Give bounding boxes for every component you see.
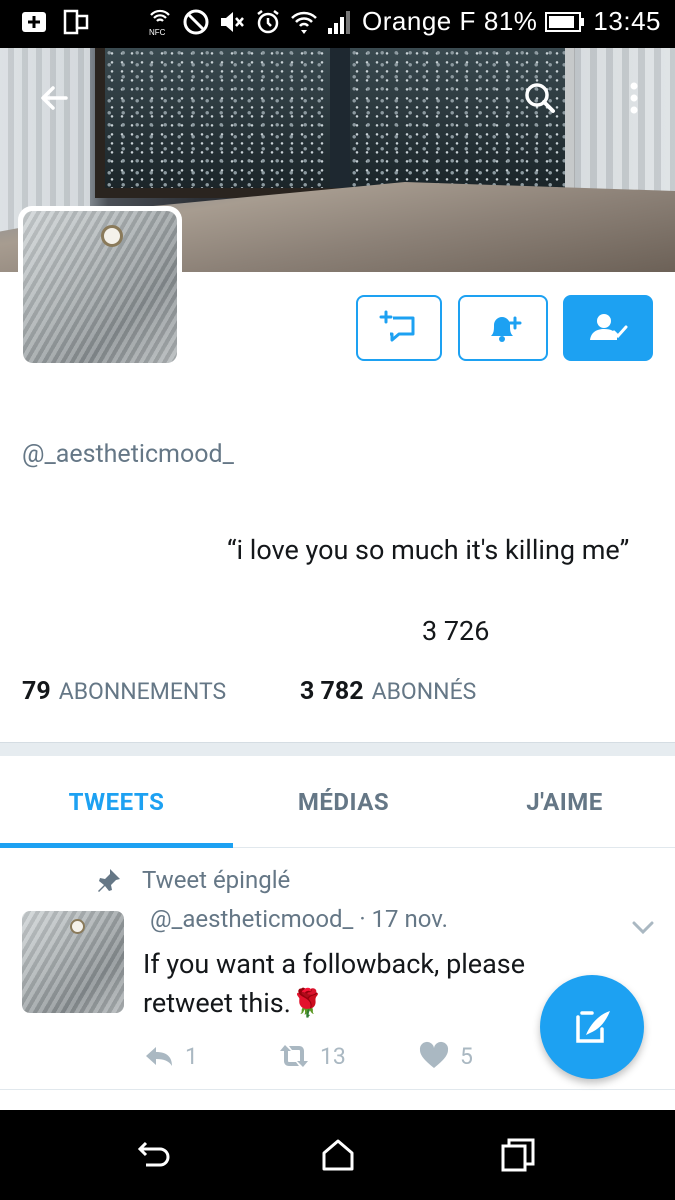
direct-message-button[interactable] <box>356 295 442 361</box>
blocked-icon <box>183 9 209 34</box>
reply-icon <box>146 1047 172 1066</box>
mute-icon <box>221 11 244 32</box>
profile-avatar[interactable] <box>18 206 182 368</box>
system-back-button[interactable] <box>136 1135 180 1175</box>
nfc-icon: NFC <box>149 9 170 36</box>
tweet-meta: @_aestheticmood_ · 17 nov. <box>150 905 448 933</box>
following-button[interactable] <box>563 295 653 361</box>
profile-bio-number: 3 726 <box>422 615 490 647</box>
retweet-count: 13 <box>320 1042 346 1070</box>
tab-media[interactable]: MÉDIAS <box>233 756 454 847</box>
message-plus-icon <box>379 310 415 342</box>
section-divider <box>0 742 675 756</box>
battery-icon <box>545 11 585 32</box>
more-vertical-icon <box>630 82 638 114</box>
reply-button[interactable]: 1 <box>143 1040 278 1072</box>
clock: 13:45 <box>593 6 661 36</box>
home-icon <box>322 1139 354 1171</box>
system-navigation-bar <box>0 1110 675 1200</box>
profile-tabs: TWEETS MÉDIAS J'AIME <box>0 756 675 848</box>
undo-arrow-icon <box>137 1141 170 1167</box>
tweet-avatar[interactable] <box>22 911 124 1013</box>
status-bar: NFC Orange F 81% 13:45 <box>0 0 675 48</box>
compose-tweet-button[interactable] <box>540 975 644 1079</box>
more-options-button[interactable] <box>612 76 656 120</box>
retweet-icon <box>280 1045 308 1067</box>
pinned-label: Tweet épinglé <box>142 866 291 894</box>
pinned-indicator: Tweet épinglé <box>96 866 290 894</box>
heart-icon <box>419 1041 449 1068</box>
user-check-icon <box>590 314 628 340</box>
battery-percentage: 81% <box>483 6 538 36</box>
tab-tweets[interactable]: TWEETS <box>0 756 233 848</box>
recents-icon <box>501 1138 535 1172</box>
following-label: ABONNEMENTS <box>58 678 227 705</box>
signal-icon <box>328 10 351 34</box>
followers-label: ABONNÉS <box>371 678 477 705</box>
reply-count: 1 <box>185 1042 198 1070</box>
phone-outline-icon <box>63 9 89 35</box>
tweet-divider <box>0 1089 675 1090</box>
tab-likes[interactable]: J'AIME <box>454 756 675 847</box>
svg-text:NFC: NFC <box>149 28 166 36</box>
like-button[interactable]: 5 <box>418 1040 473 1072</box>
system-recents-button[interactable] <box>498 1135 542 1175</box>
carrier-label: Orange F <box>362 6 476 36</box>
profile-bio: “i love you so much it's killing me” <box>227 534 630 566</box>
notifications-button[interactable] <box>458 295 548 361</box>
like-count: 5 <box>460 1042 473 1070</box>
back-button[interactable] <box>32 76 76 120</box>
retweet-button[interactable]: 13 <box>278 1040 418 1072</box>
following-count: 79 <box>22 677 51 706</box>
chevron-down-icon[interactable] <box>628 912 658 942</box>
arrow-left-icon <box>41 86 68 110</box>
search-icon <box>525 83 555 113</box>
profile-handle: @_aestheticmood_ <box>22 440 234 469</box>
following-stat[interactable]: 79 ABONNEMENTS <box>22 677 300 706</box>
alarm-icon <box>257 9 279 33</box>
compose-icon <box>576 1011 610 1043</box>
followers-count: 3 782 <box>300 677 364 706</box>
bell-plus-icon <box>491 316 522 342</box>
wifi-icon <box>291 11 317 34</box>
tweet-actions: 1 13 5 <box>143 1040 473 1072</box>
search-button[interactable] <box>518 76 562 120</box>
followers-stat[interactable]: 3 782 ABONNÉS <box>300 677 476 706</box>
add-icon <box>22 12 46 32</box>
pin-icon <box>98 869 120 892</box>
profile-stats: 79 ABONNEMENTS 3 782 ABONNÉS <box>22 677 476 706</box>
system-home-button[interactable] <box>318 1135 362 1175</box>
